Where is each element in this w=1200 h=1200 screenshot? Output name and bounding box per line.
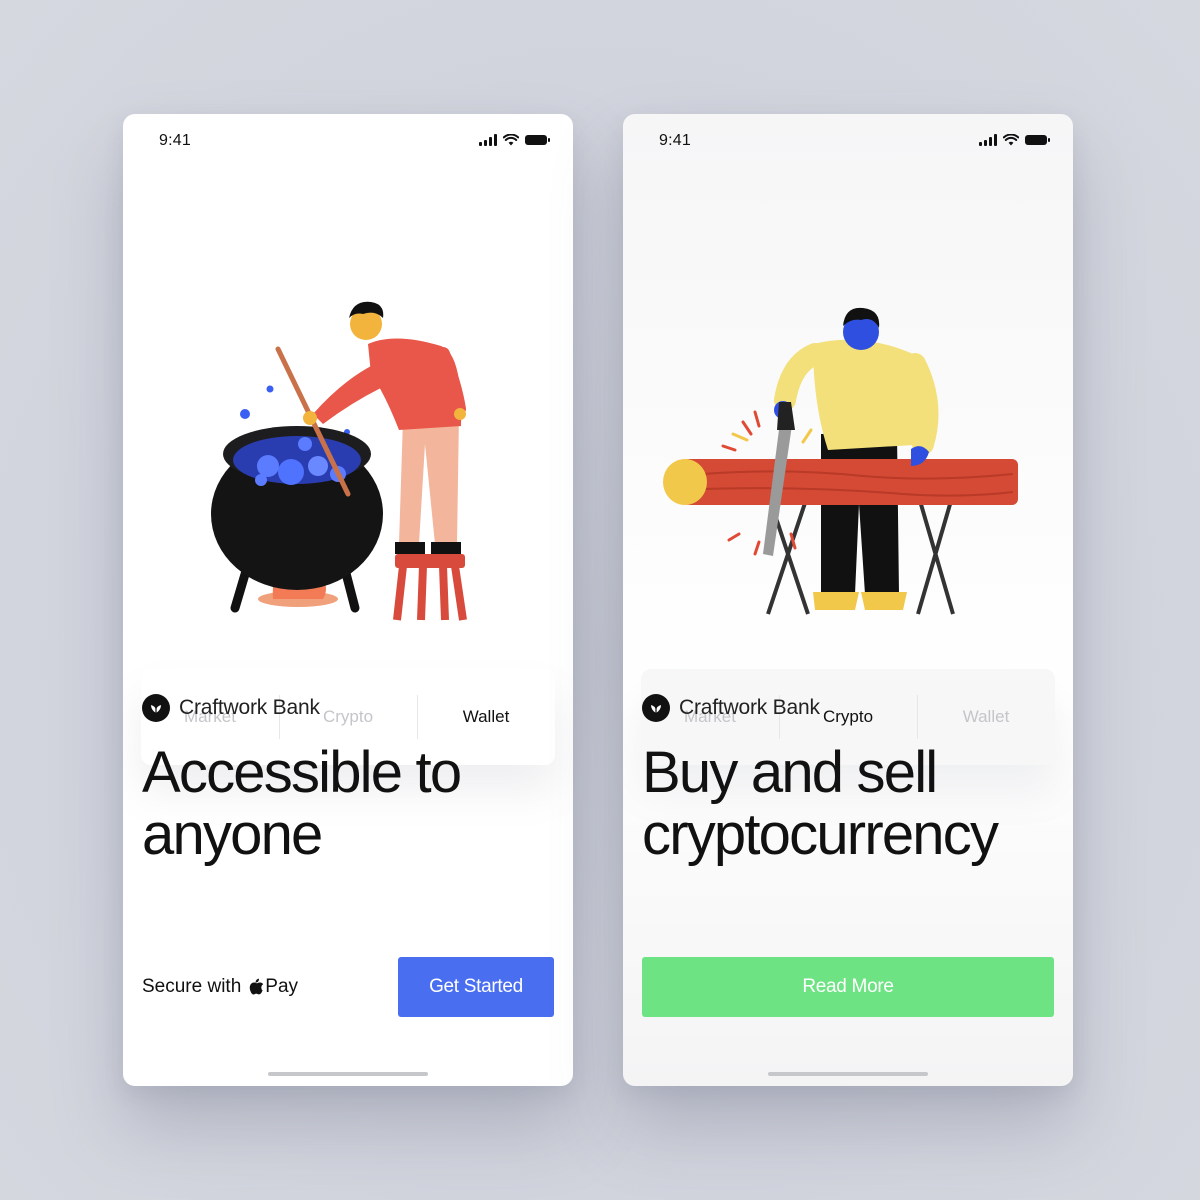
brand: Craftwork Bank xyxy=(642,694,820,722)
status-bar: 9:41 xyxy=(159,132,550,154)
leaf-logo-icon xyxy=(142,694,170,722)
sawing-log-illustration xyxy=(663,307,1018,615)
status-bar: 9:41 xyxy=(659,132,1050,154)
secure-label: Secure with xyxy=(142,976,242,997)
brand-name: Craftwork Bank xyxy=(679,696,820,719)
home-indicator[interactable] xyxy=(768,1072,928,1076)
get-started-button[interactable]: Get Started xyxy=(398,957,554,1017)
leaf-logo-icon xyxy=(642,694,670,722)
headline-line-2: anyone xyxy=(142,802,323,867)
battery-icon xyxy=(1025,135,1050,145)
status-icons xyxy=(979,134,1050,146)
page-title: Accessible to anyone xyxy=(142,742,559,866)
pay-label: Pay xyxy=(265,976,299,997)
signal-icon xyxy=(479,134,497,146)
cauldron-illustration xyxy=(211,301,467,621)
brand: Craftwork Bank xyxy=(142,694,320,722)
tab-wallet[interactable]: Wallet xyxy=(417,695,555,739)
apple-pay-badge: Pay xyxy=(249,976,298,998)
brand-name: Craftwork Bank xyxy=(179,696,320,719)
home-indicator[interactable] xyxy=(268,1072,428,1076)
tab-wallet[interactable]: Wallet xyxy=(917,695,1055,739)
read-more-button[interactable]: Read More xyxy=(642,957,1054,1017)
wifi-icon xyxy=(503,134,519,146)
battery-icon xyxy=(525,135,550,145)
signal-icon xyxy=(979,134,997,146)
headline-line-1: Accessible to xyxy=(142,740,462,805)
onboarding-screen-wallet: 9:41 Market Crypto Wallet Craftwork Bank… xyxy=(123,114,573,1086)
status-time: 9:41 xyxy=(159,132,191,149)
wifi-icon xyxy=(1003,134,1019,146)
status-time: 9:41 xyxy=(659,132,691,149)
secure-with-apple-pay: Secure with Pay xyxy=(142,976,298,998)
headline-line-2: cryptocurrency xyxy=(642,802,999,867)
page-title: Buy and sell cryptocurrency xyxy=(642,742,1059,866)
headline-line-1: Buy and sell xyxy=(642,740,938,805)
status-icons xyxy=(479,134,550,146)
onboarding-screen-crypto: 9:41 Market Crypto Wallet Craftwork Bank… xyxy=(623,114,1073,1086)
apple-icon xyxy=(250,978,264,995)
